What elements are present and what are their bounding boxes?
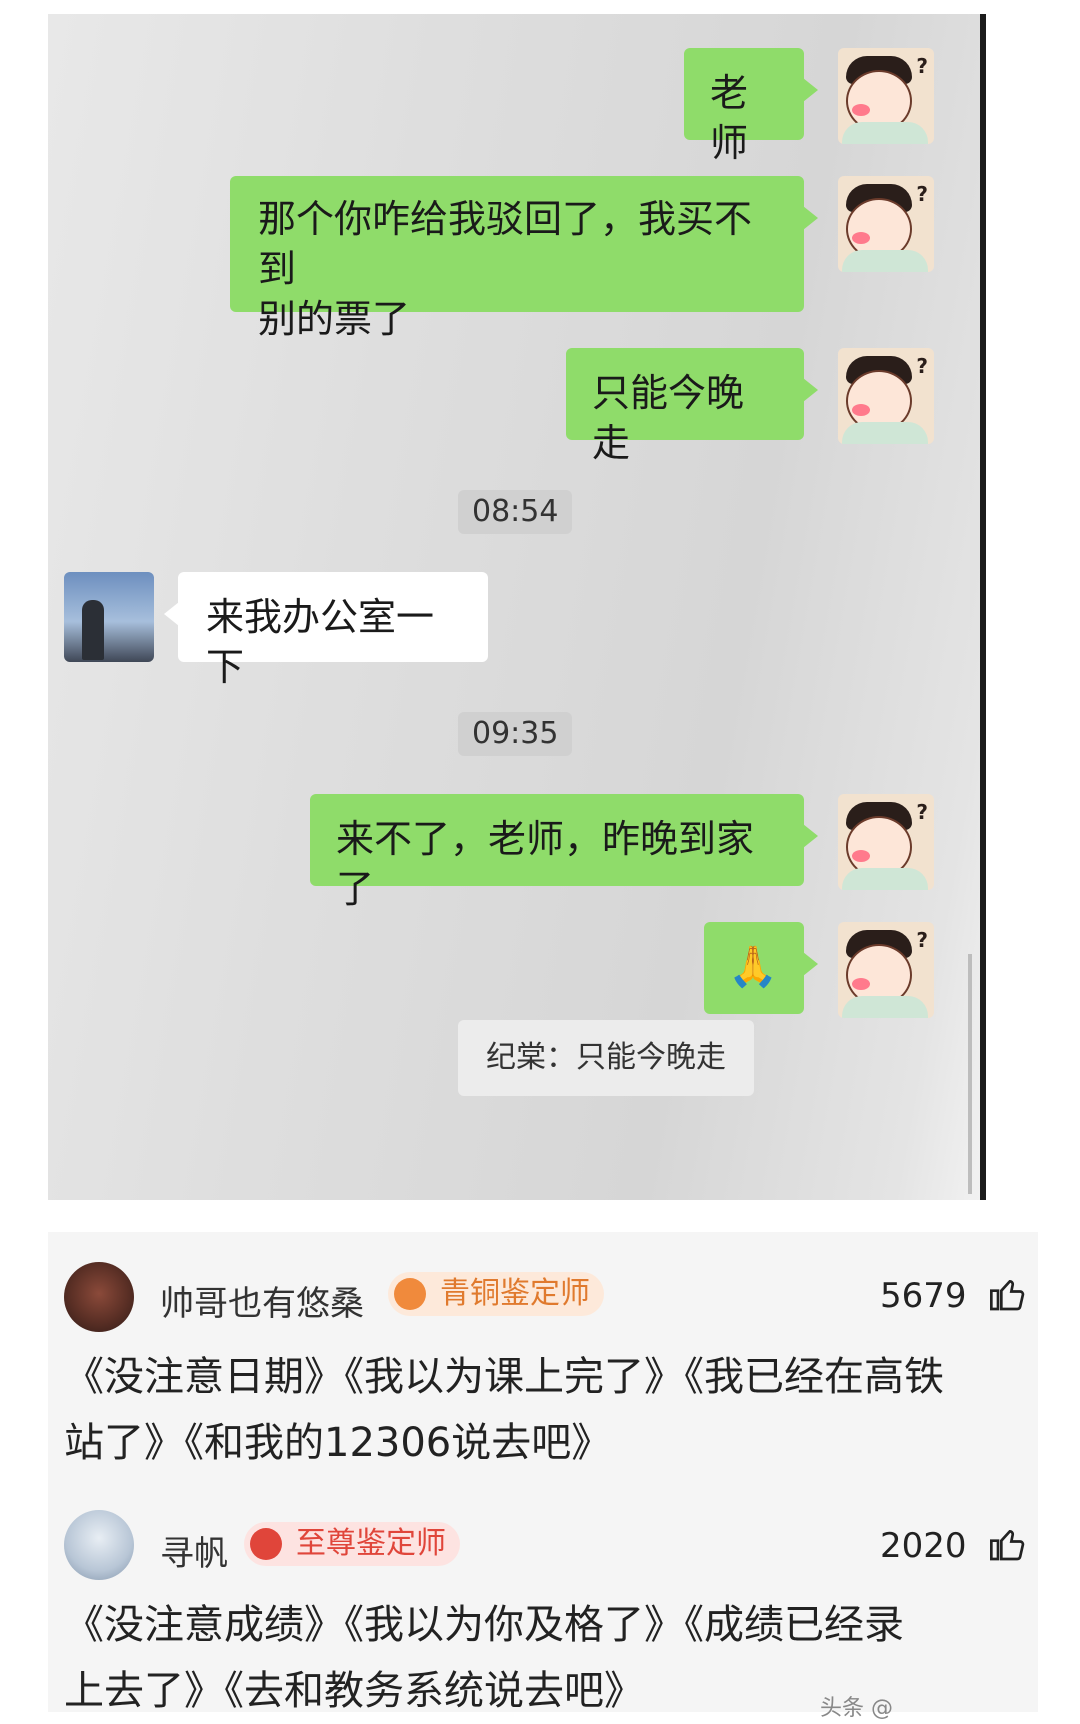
comment-text: 《没注意成绩》《我以为你及格了》《成绩已经录 [64,1602,904,1648]
timestamp: 09:35 [458,712,573,756]
badge-label: 至尊鉴定师 [296,1526,446,1561]
message-text: 只能今晚走 [592,371,745,465]
self-avatar[interactable]: ? [838,48,934,144]
commenter-avatar[interactable] [64,1262,134,1332]
quoted-message[interactable]: 纪棠：只能今晚走 [458,1020,754,1096]
message-text: 别的票了 [258,297,411,341]
bronze-badge-icon [394,1278,426,1310]
comment-section: 帅哥也有悠桑 青铜鉴定师 5679 《没注意日期》《我以为课上完了》《我已经在高… [48,1232,1038,1714]
commenter-name[interactable]: 寻帆 [160,1526,228,1575]
message-text: 来我办公室一下 [206,595,435,689]
rank-badge: 至尊鉴定师 [244,1522,460,1566]
message-text: 那个你咋给我驳回了，我买不到 [258,197,753,291]
like-count: 5679 [880,1276,967,1316]
pray-hands-icon: 🙏 [728,944,778,990]
comment-text: 站了》《和我的12306说去吧》 [64,1420,612,1466]
badge-label: 青铜鉴定师 [440,1276,590,1311]
supreme-badge-icon [250,1528,282,1560]
teacher-avatar[interactable] [64,572,154,662]
chat-bubble-sent[interactable]: 那个你咋给我驳回了，我买不到 别的票了 [230,176,818,341]
scrollbar-edge [968,954,972,1194]
commenter-name[interactable]: 帅哥也有悠桑 [160,1276,364,1325]
self-avatar[interactable]: ? [838,348,934,444]
chat-bubble-sent[interactable]: 来不了，老师，昨晚到家了 [310,794,818,911]
chat-bubble-sent[interactable]: 🙏 [704,922,818,1014]
timestamp: 08:54 [458,490,573,534]
rank-badge: 青铜鉴定师 [388,1272,604,1316]
chat-bubble-sent[interactable]: 老师 [684,48,818,165]
comment-text: 《没注意日期》《我以为课上完了》《我已经在高铁 [64,1354,944,1400]
watermark: 头条 @ [820,1696,893,1721]
self-avatar[interactable]: ? [838,176,934,272]
message-text: 来不了，老师，昨晚到家了 [336,817,755,911]
self-avatar[interactable]: ? [838,794,934,890]
self-avatar[interactable]: ? [838,922,934,1018]
message-text: 老师 [710,71,749,165]
comment-text: 上去了》《去和教务系统说去吧》 [64,1668,644,1714]
like-count: 2020 [880,1526,967,1566]
chat-bubble-sent[interactable]: 只能今晚走 [566,348,818,465]
commenter-avatar[interactable] [64,1510,134,1580]
thumbs-up-icon[interactable] [988,1274,1028,1314]
chat-bubble-received[interactable]: 来我办公室一下 [164,572,488,689]
thumbs-up-icon[interactable] [988,1524,1028,1564]
chat-screenshot: 老师 ? 那个你咋给我驳回了，我买不到 别的票了 ? 只能今晚走 ? 08:54… [48,14,986,1200]
